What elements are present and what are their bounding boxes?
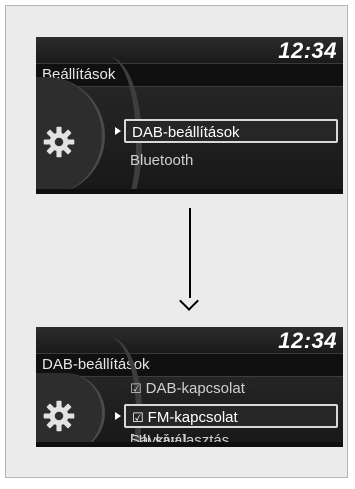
status-bar: 12:34 — [36, 327, 343, 354]
status-bar: 12:34 — [36, 37, 343, 64]
down-arrow-icon — [189, 208, 191, 298]
bottom-strip — [36, 189, 343, 194]
selection-pointer-icon — [115, 127, 121, 135]
item-text: DAB-kapcsolat — [145, 380, 245, 397]
bottom-strip — [36, 442, 343, 447]
screen-title-bar: Beállítások — [36, 64, 343, 87]
menu-item-label: ☑ DAB-kapcsolat — [130, 380, 245, 397]
page-frame: 12:34 Beállítások DAB-beállítások Blueto… — [5, 5, 348, 478]
clock: 12:34 — [278, 38, 337, 63]
menu-panel: DAB-beállítások Bluetooth — [36, 57, 343, 194]
menu-item-label: Bluetooth — [130, 152, 194, 169]
gear-icon — [43, 126, 75, 158]
checkbox-checked-icon[interactable]: ☑ — [130, 381, 142, 397]
menu-item-label: ☑ FM-kapcsolat — [132, 409, 238, 426]
screen-settings: 12:34 Beállítások DAB-beállítások Blueto… — [36, 37, 343, 194]
clock: 12:34 — [278, 328, 337, 353]
gear-icon — [43, 400, 75, 432]
screen-dab-settings: 12:34 DAB-beállítások ☑ DAB-kapcsolat ☑ … — [36, 327, 343, 447]
item-text: FM-kapcsolat — [147, 409, 238, 426]
checkbox-checked-icon[interactable]: ☑ — [132, 410, 144, 426]
menu-panel: ☑ DAB-kapcsolat ☑ FM-kapcsolat Sávkiválasz… — [36, 337, 343, 447]
menu-item-dab-settings[interactable]: DAB-beállítások — [124, 119, 338, 143]
menu-item-label: DAB-beállítások — [132, 124, 240, 141]
selection-pointer-icon — [115, 412, 121, 420]
menu-item-dab-link[interactable]: ☑ DAB-kapcsolat — [124, 377, 338, 401]
menu-item-bluetooth[interactable]: Bluetooth — [124, 149, 338, 173]
down-arrow-head — [179, 291, 199, 311]
menu-item-fm-link[interactable]: ☑ FM-kapcsolat — [124, 404, 338, 428]
